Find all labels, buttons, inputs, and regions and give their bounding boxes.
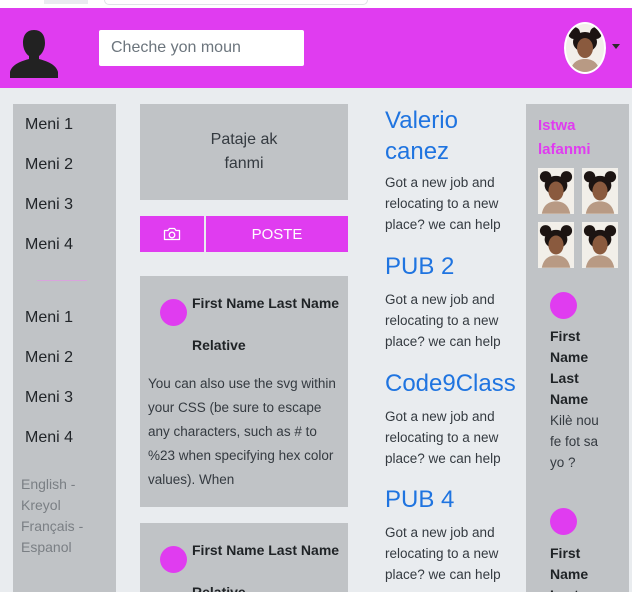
story-avatar[interactable] xyxy=(550,508,577,535)
story-author-name[interactable]: First Name Last Name xyxy=(550,326,610,410)
ad-title[interactable]: Valerio canez xyxy=(385,105,495,167)
camera-button[interactable] xyxy=(140,216,204,252)
menu-item-2[interactable]: Meni 2 xyxy=(25,156,73,174)
user-silhouette-icon[interactable] xyxy=(8,26,60,78)
author-avatar[interactable] xyxy=(160,546,187,573)
story-author-name[interactable]: First Name Last xyxy=(550,543,610,592)
ad-text: Got a new job and relocating to a new pl… xyxy=(385,525,501,582)
menu-divider xyxy=(37,280,87,281)
menu-item-1-secondary[interactable]: Meni 1 xyxy=(25,309,73,327)
ad-title[interactable]: PUB 4 xyxy=(385,484,454,515)
family-stories-title: Istwa lafanmi xyxy=(538,117,591,158)
post-card: First Name Last Name Relative You can al… xyxy=(140,276,348,507)
post-card: First Name Last Name Relative xyxy=(140,523,348,592)
left-menu: Meni 1 Meni 2 Meni 3 Meni 4 Meni 1 Meni … xyxy=(13,104,116,592)
menu-item-2-secondary[interactable]: Meni 2 xyxy=(25,349,73,367)
navbar xyxy=(0,8,632,88)
ad-text: Got a new job and relocating to a new pl… xyxy=(385,409,501,466)
family-photo[interactable] xyxy=(582,222,618,268)
language-english[interactable]: English - xyxy=(21,474,75,495)
family-photo[interactable] xyxy=(582,168,618,214)
ad-text: Got a new job and relocating to a new pl… xyxy=(385,175,501,232)
ad-text: Got a new job and relocating to a new pl… xyxy=(385,292,501,349)
author-avatar[interactable] xyxy=(160,299,187,326)
share-prompt-box[interactable]: Pataje ak fanmi xyxy=(140,104,348,200)
author-name[interactable]: First Name Last Name xyxy=(192,293,342,314)
post-text: You can also use the svg within your CSS… xyxy=(148,376,336,487)
share-prompt-text: Pataje ak fanmi xyxy=(210,131,278,172)
language-espanol[interactable]: Espanol xyxy=(21,537,72,558)
top-tab xyxy=(44,0,88,4)
family-photo[interactable] xyxy=(538,168,574,214)
menu-item-1[interactable]: Meni 1 xyxy=(25,116,73,134)
menu-item-3[interactable]: Meni 3 xyxy=(25,196,73,214)
author-relation: Relative xyxy=(192,337,246,353)
camera-icon xyxy=(163,227,181,241)
top-bar xyxy=(104,0,368,5)
chevron-down-icon[interactable] xyxy=(612,44,620,49)
story-message: Kilè nou fe fot sa yo ? xyxy=(550,413,599,470)
menu-item-4[interactable]: Meni 4 xyxy=(25,236,73,254)
language-francais[interactable]: Français - xyxy=(21,516,83,537)
story-avatar[interactable] xyxy=(550,292,577,319)
language-kreyol[interactable]: Kreyol xyxy=(21,495,61,516)
search-input[interactable] xyxy=(99,30,304,66)
family-stories-panel: Istwa lafanmi First Name Last Name Kilè … xyxy=(526,104,629,592)
menu-item-4-secondary[interactable]: Meni 4 xyxy=(25,429,73,447)
post-button[interactable]: POSTE xyxy=(206,216,348,252)
profile-avatar[interactable] xyxy=(564,22,606,74)
menu-item-3-secondary[interactable]: Meni 3 xyxy=(25,389,73,407)
author-name[interactable]: First Name Last Name xyxy=(192,540,342,561)
browser-top-strip xyxy=(0,0,632,8)
family-photo[interactable] xyxy=(538,222,574,268)
author-relation: Relative xyxy=(192,584,246,592)
ad-title[interactable]: PUB 2 xyxy=(385,251,454,282)
ad-title[interactable]: Code9Class xyxy=(385,368,516,399)
